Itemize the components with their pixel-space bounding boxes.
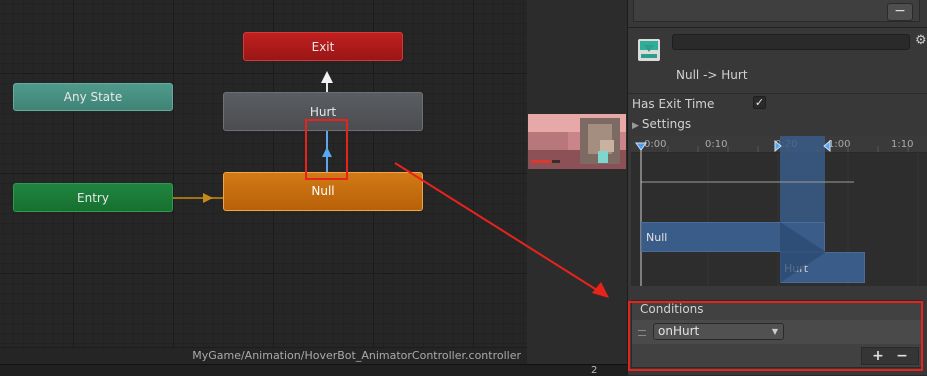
settings-label: Settings (641, 117, 692, 131)
state-hurt-label: Hurt (309, 104, 337, 119)
drag-handle-icon[interactable] (638, 330, 646, 336)
transition-null-hurt-arrow (322, 147, 332, 157)
state-entry-label: Entry (77, 190, 109, 205)
has-exit-time-label: Has Exit Time (632, 97, 715, 111)
add-condition-button[interactable]: + (868, 349, 888, 364)
top-remove-button[interactable]: − (887, 3, 913, 21)
settings-foldout[interactable]: ▶ Settings (632, 117, 691, 131)
state-any-state[interactable]: Any State (13, 83, 173, 111)
condition-parameter-value: onHurt (658, 324, 700, 338)
conditions-list: Conditions onHurt ▼ + − (631, 300, 923, 368)
state-null[interactable]: Null (223, 172, 423, 211)
foldout-arrow-icon: ▶ (632, 121, 639, 131)
clip-null-label: Null (646, 231, 668, 244)
blend-overlap (780, 222, 826, 252)
controller-path: MyGame/Animation/HoverBot_AnimatorContro… (192, 349, 521, 362)
transition-icon (638, 39, 660, 61)
preview-thumbnail (528, 114, 626, 169)
condition-parameter-dropdown[interactable]: onHurt ▼ (653, 323, 784, 340)
transition-hurt-exit-arrow (321, 71, 333, 83)
state-any-state-label: Any State (63, 90, 123, 104)
preview-panel (527, 0, 627, 364)
animator-graph[interactable]: Exit Any State Hurt Entry Null MyGame/An… (0, 0, 527, 364)
conditions-label: Conditions (640, 302, 704, 316)
transition-name-field[interactable] (672, 34, 910, 50)
inspector-panel: − ⚙ Null -> Hurt Has Exit Time ✓ ▶ Settin… (627, 0, 927, 375)
state-exit[interactable]: Exit (243, 32, 403, 61)
has-exit-time-checkbox[interactable]: ✓ (753, 96, 766, 109)
blend-overlap-hurt (780, 252, 826, 283)
state-null-label: Null (311, 183, 335, 198)
inspector-divider (628, 27, 927, 28)
timeline-graphics (635, 136, 919, 286)
state-exit-label: Exit (311, 39, 335, 54)
inspector-divider (628, 93, 927, 94)
playhead-marker (635, 142, 647, 151)
transition-entry-null-arrow (203, 193, 213, 203)
remove-condition-button[interactable]: − (892, 349, 912, 364)
bottom-toolbar (0, 364, 627, 376)
transition-list (633, 0, 920, 22)
caret-down-icon: ▼ (771, 327, 778, 336)
transition-title: Null -> Hurt (676, 68, 748, 82)
state-entry[interactable]: Entry (13, 183, 173, 212)
controller-path-bar: MyGame/Animation/HoverBot_AnimatorContro… (0, 347, 527, 364)
gear-icon[interactable]: ⚙ (915, 34, 927, 48)
transition-timeline[interactable]: 0:00 0:10 0:20 1:00 1:10 (631, 136, 927, 286)
condition-row[interactable]: onHurt ▼ (632, 320, 922, 344)
bottom-fragment: 2 (591, 365, 598, 376)
state-hurt[interactable]: Hurt (223, 92, 423, 131)
